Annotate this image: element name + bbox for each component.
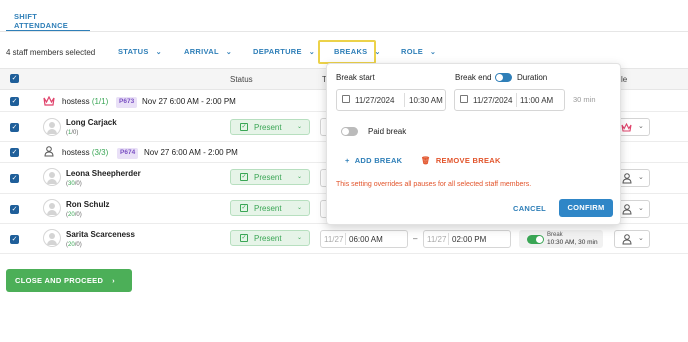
avatar [43,118,61,136]
chevron-down-icon: ⌄ [638,205,644,212]
group-shift-time: Nov 27 6:00 AM - 2:00 PM [144,148,238,157]
person-icon [622,204,632,215]
staff-stats: (20/0) [66,242,82,248]
duration-value: 30 min [573,95,596,104]
avatar [43,168,61,186]
row-checkbox[interactable] [10,235,19,244]
break-end-label: Break end [455,73,492,82]
override-warning: This setting overrides all pauses for al… [336,181,532,188]
chevron-down-icon: ⌄ [638,123,644,130]
chevron-down-icon: ⌄ [296,205,302,211]
break-label: Break [547,232,563,238]
calendar-icon [342,95,350,103]
filter-departure[interactable]: DEPARTURE ⌄ [253,47,315,56]
person-icon [44,146,54,157]
tab-shift-attendance[interactable]: SHIFT ATTENDANCE [6,6,90,32]
break-toggle[interactable] [527,235,544,244]
departure-time-field[interactable]: 11/27 02:00 PM [423,230,511,248]
filter-role[interactable]: ROLE ⌄ [401,47,436,56]
group-role: hostess (3/3) [62,148,109,157]
status-select[interactable]: ✓ Present ⌄ [230,230,310,246]
group-checkbox[interactable] [10,97,19,106]
crown-icon [43,96,55,106]
chevron-down-icon: ⌄ [155,49,162,56]
calendar-icon [460,95,468,103]
filter-breaks[interactable]: BREAKS ⌄ [334,47,381,56]
break-value: 10:30 AM, 30 min [547,239,598,246]
role-column-header: le [621,75,628,84]
select-all-checkbox[interactable] [10,74,19,83]
chevron-down-icon: ⌄ [296,235,302,241]
group-role: hostess (1/1) [62,97,109,106]
staff-name: Leona Sheepherder [66,169,141,178]
chevron-down-icon: ⌄ [638,174,644,181]
avatar [43,229,61,247]
check-icon: ✓ [240,234,248,242]
status-select[interactable]: ✓ Present ⌄ [230,169,310,185]
check-icon: ✓ [240,204,248,212]
group-shift-time: Nov 27 6:00 AM - 2:00 PM [142,97,236,106]
status-select[interactable]: ✓ Present ⌄ [230,200,310,216]
staff-stats: (1/0) [66,130,79,136]
duration-toggle[interactable] [495,73,512,82]
selection-count: 4 staff members selected [6,48,96,57]
status-select[interactable]: ✓ Present ⌄ [230,119,310,135]
time-range-dash: – [413,234,418,243]
check-icon: ✓ [240,173,248,181]
arrival-time-field[interactable]: 11/27 06:00 AM [320,230,408,248]
crown-icon [621,123,632,132]
group-id-badge: P674 [117,148,139,159]
row-checkbox[interactable] [10,174,19,183]
person-icon [622,173,632,184]
check-icon: ✓ [240,123,248,131]
role-select[interactable]: ⌄ [614,230,650,248]
avatar [43,199,61,217]
chevron-down-icon: ⌄ [430,49,437,56]
break-start-field[interactable]: 11/27/2024 10:30 AM [336,89,446,111]
chevron-right-icon: › [112,276,115,285]
row-checkbox[interactable] [10,205,19,214]
staff-stats: (20/0) [66,212,82,218]
row-checkbox[interactable] [10,123,19,132]
chevron-down-icon: ⌄ [225,49,233,56]
add-break-button[interactable]: + ADD BREAK [345,156,402,165]
chevron-down-icon: ⌄ [296,174,302,180]
chevron-down-icon: ⌄ [638,235,644,242]
chevron-down-icon: ⌄ [374,49,381,56]
remove-break-button[interactable]: 🗑 REMOVE BREAK [421,156,501,165]
break-summary[interactable]: Break 10:30 AM, 30 min [519,230,603,248]
status-column-header: Status [230,75,253,84]
duration-label: Duration [517,73,548,82]
row-divider [0,253,688,254]
breaks-popover: Break start Break end Duration 11/27/202… [326,63,621,225]
close-and-proceed-button[interactable]: CLOSE AND PROCEED › [6,269,132,292]
paid-break-toggle[interactable] [341,127,358,136]
confirm-button[interactable]: CONFIRM [559,199,613,217]
chevron-down-icon: ⌄ [308,49,315,56]
filter-arrival[interactable]: ARRIVAL ⌄ [184,47,232,56]
group-id-badge: P673 [116,97,138,108]
break-end-field[interactable]: 11/27/2024 11:00 AM [454,89,565,111]
break-start-label: Break start [336,73,375,82]
paid-break-label: Paid break [368,127,407,136]
cancel-button[interactable]: CANCEL [513,204,546,213]
plus-icon: + [345,156,350,165]
staff-stats: (30/0) [66,181,82,187]
staff-name: Sarita Scarceness [66,230,135,239]
person-icon [622,234,632,245]
tab-divider [0,31,688,32]
chevron-down-icon: ⌄ [296,124,302,130]
staff-name: Long Carjack [66,118,117,127]
group-checkbox[interactable] [10,148,19,157]
filter-status[interactable]: STATUS ⌄ [118,47,162,56]
trash-icon: 🗑 [421,156,431,165]
staff-name: Ron Schulz [66,200,110,209]
